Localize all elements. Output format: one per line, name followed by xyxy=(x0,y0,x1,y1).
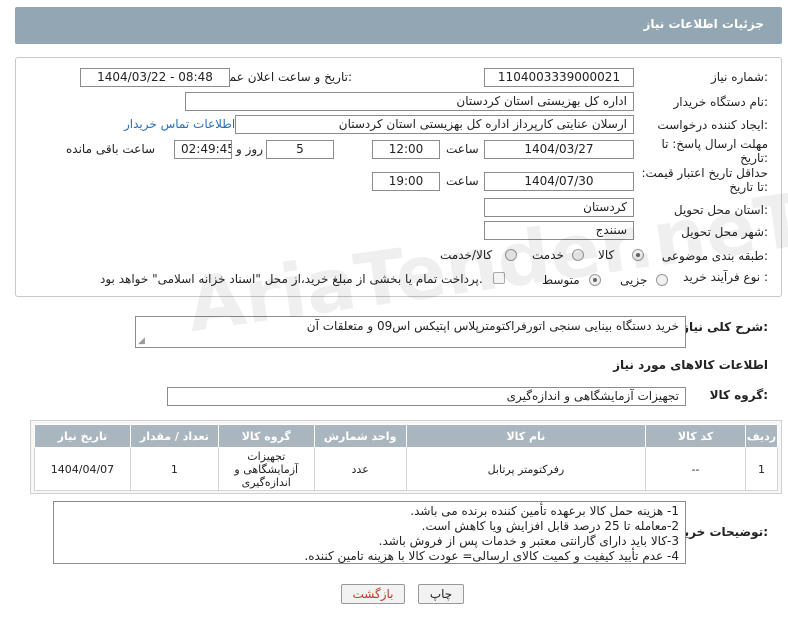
requester-label: ایجاد کننده درخواست: xyxy=(657,118,768,132)
goods-group-label: گروه کالا: xyxy=(709,388,768,402)
announce-field[interactable]: 1404/03/22 - 08:48 xyxy=(80,68,230,87)
category-option-service: خدمت xyxy=(532,248,564,262)
city-label: شهر محل تحویل: xyxy=(681,225,768,239)
cell-goods-group: تجهیزات آزمایشگاهی و اندازه‌گیری xyxy=(217,447,315,491)
resize-handle-icon[interactable]: ◢ xyxy=(138,337,145,346)
process-option-minor: جزیی xyxy=(620,273,648,287)
col-goods-name: نام کالا xyxy=(405,424,647,448)
col-quantity: تعداد / مقدار xyxy=(129,424,219,448)
goods-table: تاریخ نیاز تعداد / مقدار گروه کالا واحد … xyxy=(34,424,779,491)
buyer-note-line: 4- عدم تأیید کیفیت و کمیت کالای ارسالی= … xyxy=(304,549,679,563)
remaining-time-field[interactable]: 02:49:45 xyxy=(174,140,232,159)
province-label: استان محل تحویل: xyxy=(673,203,768,217)
process-option-medium: متوسط xyxy=(542,273,580,287)
validity-time-label: ساعت xyxy=(446,174,479,188)
validity-label: حداقل تاریخ اعتبار قیمت: تا تاریخ: xyxy=(641,166,768,194)
buyer-org-label: نام دستگاه خریدار: xyxy=(673,95,769,109)
col-goods-code: کد کالا xyxy=(645,424,746,448)
description-text: خرید دستگاه بینایی سنجی اتورفراکتومترپلا… xyxy=(306,319,679,333)
province-field[interactable]: کردستان xyxy=(484,198,634,217)
description-textarea[interactable]: خرید دستگاه بینایی سنجی اتورفراکتومترپلا… xyxy=(135,316,686,348)
buyer-contact-link[interactable]: اطلاعات تماس خریدار xyxy=(124,117,235,131)
cell-goods-name: رفرکتومتر پرتابل xyxy=(405,447,647,491)
need-number-field[interactable]: 1104003339000021 xyxy=(484,68,634,87)
city-field[interactable]: سنندج xyxy=(484,221,634,240)
deadline-time-field[interactable]: 12:00 xyxy=(372,140,440,159)
deadline-date-field[interactable]: 1404/03/27 xyxy=(484,140,634,159)
category-radio-goods-service[interactable] xyxy=(505,249,517,261)
print-button[interactable]: چاپ xyxy=(418,584,464,604)
treasury-payment-note: پرداخت تمام یا بخشی از مبلغ خرید،از محل … xyxy=(100,272,483,286)
col-row-number: ردیف xyxy=(744,424,779,448)
category-radio-goods[interactable] xyxy=(632,249,644,261)
deadline-label: مهلت ارسال پاسخ: تا تاریخ: xyxy=(661,137,768,165)
cell-row-number: 1 xyxy=(744,447,779,491)
back-button[interactable]: بازگشت xyxy=(341,584,405,604)
days-field[interactable]: 5 xyxy=(266,140,334,159)
page-header: جزئیات اطلاعات نیاز xyxy=(15,7,782,44)
table-header-row: تاریخ نیاز تعداد / مقدار گروه کالا واحد … xyxy=(34,424,779,448)
col-unit: واحد شمارش xyxy=(313,424,407,448)
buyer-note-line: 1- هزینه حمل کالا برعهده تأمین کننده برن… xyxy=(410,504,679,518)
description-label: شرح کلی نیاز: xyxy=(682,320,768,334)
page-title: جزئیات اطلاعات نیاز xyxy=(643,17,764,31)
cell-goods-code: -- xyxy=(645,447,746,491)
remaining-label: ساعت باقی مانده xyxy=(66,142,156,156)
requester-field[interactable]: ارسلان عنایتی کارپرداز اداره کل بهزیستی … xyxy=(235,115,634,134)
validity-date-field[interactable]: 1404/07/30 xyxy=(484,172,634,191)
process-radio-minor[interactable] xyxy=(656,274,668,286)
buyer-org-field[interactable]: اداره کل بهزیستی استان کردستان xyxy=(185,92,634,111)
validity-time-field[interactable]: 19:00 xyxy=(372,172,440,191)
days-label: روز و xyxy=(236,142,263,156)
process-label: نوع فرآیند خرید : xyxy=(683,270,768,284)
cell-unit: عدد xyxy=(313,447,407,491)
buyer-note-line: 3-کالا باید دارای گارانتی معتبر و خدمات … xyxy=(378,534,679,548)
col-need-date: تاریخ نیاز xyxy=(34,424,131,448)
category-label: طبقه بندی موضوعی: xyxy=(661,249,768,263)
col-goods-group: گروه کالا xyxy=(217,424,315,448)
buyer-notes-textarea[interactable]: 1- هزینه حمل کالا برعهده تأمین کننده برن… xyxy=(53,501,686,564)
cell-quantity: 1 xyxy=(129,447,219,491)
deadline-time-label: ساعت xyxy=(446,142,479,156)
goods-group-field[interactable]: تجهیزات آزمایشگاهی و اندازه‌گیری xyxy=(167,387,686,406)
category-option-goods: کالا xyxy=(598,248,615,262)
category-option-goods-service: کالا/خدمت xyxy=(440,248,493,262)
need-number-label: شماره نیاز: xyxy=(710,70,768,84)
cell-need-date: 1404/04/07 xyxy=(34,447,131,491)
table-row[interactable]: 1404/04/07 1 تجهیزات آزمایشگاهی و اندازه… xyxy=(34,447,779,491)
goods-section-title: اطلاعات کالاهای مورد نیاز xyxy=(613,358,768,372)
buyer-note-line: 2-معامله تا 25 درصد قابل افزایش ویا کاهش… xyxy=(421,519,679,533)
process-radio-medium[interactable] xyxy=(589,274,601,286)
category-radio-service[interactable] xyxy=(572,249,584,261)
treasury-payment-checkbox[interactable] xyxy=(493,272,505,284)
